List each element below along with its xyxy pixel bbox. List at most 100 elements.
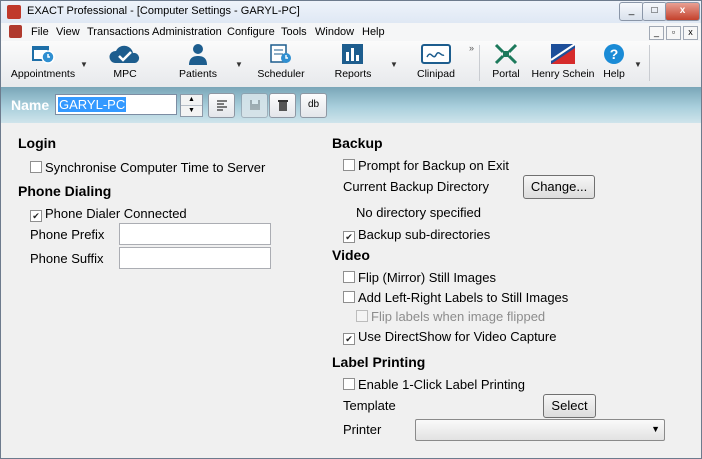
backup-subdirs-label: Backup sub-directories bbox=[358, 227, 491, 242]
reports-button[interactable]: Reports bbox=[331, 43, 375, 83]
menu-bar: File View Transactions Administration Co… bbox=[1, 23, 701, 41]
patients-dropdown-arrow[interactable]: ▼ bbox=[235, 60, 243, 69]
video-heading: Video bbox=[332, 247, 370, 263]
checkbox-box[interactable] bbox=[343, 271, 355, 283]
settings-panel: Login Synchronise Computer Time to Serve… bbox=[1, 123, 701, 458]
spinner-up-icon[interactable]: ▲ bbox=[181, 95, 202, 106]
title-bar: EXACT Professional - [Computer Settings … bbox=[1, 1, 701, 23]
app-logo-icon bbox=[7, 5, 21, 19]
menu-view[interactable]: View bbox=[56, 26, 80, 38]
window-title: EXACT Professional - [Computer Settings … bbox=[27, 5, 300, 17]
prompt-backup-label: Prompt for Backup on Exit bbox=[358, 158, 510, 173]
directshow-label: Use DirectShow for Video Capture bbox=[358, 329, 557, 344]
sync-time-checkbox[interactable]: Synchronise Computer Time to Server bbox=[30, 160, 265, 175]
patients-button[interactable]: Patients bbox=[173, 43, 223, 83]
save-icon bbox=[249, 100, 260, 110]
reports-dropdown-arrow[interactable]: ▼ bbox=[390, 60, 398, 69]
select-template-button[interactable]: Select bbox=[543, 394, 596, 418]
menu-configure[interactable]: Configure bbox=[227, 26, 275, 38]
checkmark-icon[interactable]: ✔ bbox=[343, 231, 355, 243]
menu-help[interactable]: Help bbox=[362, 26, 385, 38]
toolbar-separator bbox=[479, 45, 480, 81]
name-input[interactable]: GARYL-PC bbox=[55, 94, 177, 115]
help-dropdown-arrow[interactable]: ▼ bbox=[634, 60, 642, 69]
dialer-connected-label: Phone Dialer Connected bbox=[45, 206, 187, 221]
clinipad-icon bbox=[421, 44, 451, 64]
backup-heading: Backup bbox=[332, 135, 383, 151]
name-label: Name bbox=[11, 97, 50, 113]
appointments-button[interactable]: Appointments bbox=[9, 43, 77, 83]
phone-prefix-label: Phone Prefix bbox=[30, 227, 105, 242]
name-input-value: GARYL-PC bbox=[58, 97, 127, 112]
login-heading: Login bbox=[18, 135, 57, 151]
henry-schein-label: Henry Schein bbox=[531, 68, 595, 80]
help-button[interactable]: ? Help bbox=[599, 43, 629, 83]
appointments-label: Appointments bbox=[10, 68, 76, 80]
menu-window[interactable]: Window bbox=[315, 26, 354, 38]
flip-images-label: Flip (Mirror) Still Images bbox=[358, 270, 496, 285]
backup-subdirs-checkbox[interactable]: ✔ Backup sub-directories bbox=[343, 227, 490, 243]
maximize-button[interactable]: □ bbox=[642, 2, 667, 21]
menu-transactions[interactable]: Transactions bbox=[87, 26, 150, 38]
document-icon[interactable] bbox=[9, 25, 22, 38]
person-icon bbox=[189, 44, 207, 65]
printer-label: Printer bbox=[343, 422, 382, 437]
checkbox-box[interactable] bbox=[30, 161, 42, 173]
phone-dialing-heading: Phone Dialing bbox=[18, 183, 112, 199]
spinner-down-icon[interactable]: ▼ bbox=[181, 106, 202, 116]
appointments-dropdown-arrow[interactable]: ▼ bbox=[80, 60, 88, 69]
checkbox-box[interactable] bbox=[343, 378, 355, 390]
henry-schein-button[interactable]: Henry Schein bbox=[531, 43, 595, 83]
align-button[interactable] bbox=[208, 93, 235, 118]
svg-text:?: ? bbox=[610, 46, 619, 62]
printer-select[interactable]: ▼ bbox=[415, 419, 665, 441]
change-directory-button[interactable]: Change... bbox=[523, 175, 595, 199]
delete-button[interactable] bbox=[269, 93, 296, 118]
menu-tools[interactable]: Tools bbox=[281, 26, 307, 38]
minimize-button[interactable]: _ bbox=[619, 2, 644, 21]
toolbar-overflow-chevron[interactable]: » bbox=[469, 43, 474, 53]
reports-label: Reports bbox=[334, 68, 372, 80]
lr-labels-checkbox[interactable]: Add Left-Right Labels to Still Images bbox=[343, 290, 568, 305]
portal-label: Portal bbox=[492, 68, 520, 80]
bar-chart-icon bbox=[342, 44, 363, 64]
one-click-printing-checkbox[interactable]: Enable 1-Click Label Printing bbox=[343, 377, 525, 392]
scheduler-button[interactable]: Scheduler bbox=[255, 43, 307, 83]
mpc-button[interactable]: MPC bbox=[100, 43, 150, 83]
mdi-minimize-button[interactable]: _ bbox=[649, 26, 664, 40]
clinipad-button[interactable]: Clinipad bbox=[411, 43, 461, 83]
clinipad-label: Clinipad bbox=[417, 68, 455, 80]
checkbox-box[interactable] bbox=[343, 291, 355, 303]
dialer-connected-checkbox[interactable]: ✔ Phone Dialer Connected bbox=[30, 206, 187, 222]
save-button[interactable] bbox=[241, 93, 268, 118]
flip-labels-checkbox: Flip labels when image flipped bbox=[356, 309, 545, 324]
henry-schein-logo bbox=[550, 43, 576, 64]
patients-label: Patients bbox=[179, 68, 217, 80]
checkbox-box[interactable] bbox=[343, 159, 355, 171]
sync-time-label: Synchronise Computer Time to Server bbox=[45, 160, 266, 175]
one-click-printing-label: Enable 1-Click Label Printing bbox=[358, 377, 525, 392]
toolbar: Appointments ▼ MPC Patients ▼ Scheduler … bbox=[1, 41, 701, 88]
help-label: Help bbox=[603, 68, 625, 80]
mdi-close-button[interactable]: x bbox=[683, 26, 698, 40]
flip-labels-label: Flip labels when image flipped bbox=[371, 309, 546, 324]
phone-suffix-field[interactable] bbox=[119, 247, 271, 269]
directshow-checkbox[interactable]: ✔ Use DirectShow for Video Capture bbox=[343, 329, 556, 345]
flip-images-checkbox[interactable]: Flip (Mirror) Still Images bbox=[343, 270, 496, 285]
menu-file[interactable]: File bbox=[31, 26, 49, 38]
current-backup-dir-label: Current Backup Directory bbox=[343, 179, 489, 194]
db-button[interactable]: db bbox=[300, 93, 327, 118]
name-spinner[interactable]: ▲ ▼ bbox=[180, 94, 203, 117]
phone-suffix-label: Phone Suffix bbox=[30, 251, 104, 266]
checkmark-icon[interactable]: ✔ bbox=[343, 333, 355, 345]
prompt-backup-checkbox[interactable]: Prompt for Backup on Exit bbox=[343, 158, 509, 173]
close-button[interactable]: x bbox=[665, 2, 700, 21]
phone-prefix-field[interactable] bbox=[119, 223, 271, 245]
lr-labels-label: Add Left-Right Labels to Still Images bbox=[358, 290, 569, 305]
mdi-restore-button[interactable]: ▫ bbox=[666, 26, 681, 40]
checkmark-icon[interactable]: ✔ bbox=[30, 210, 42, 222]
label-printing-heading: Label Printing bbox=[332, 354, 426, 370]
portal-button[interactable]: Portal bbox=[487, 43, 525, 83]
menu-administration[interactable]: Administration bbox=[152, 26, 222, 38]
help-icon: ? bbox=[604, 44, 624, 64]
